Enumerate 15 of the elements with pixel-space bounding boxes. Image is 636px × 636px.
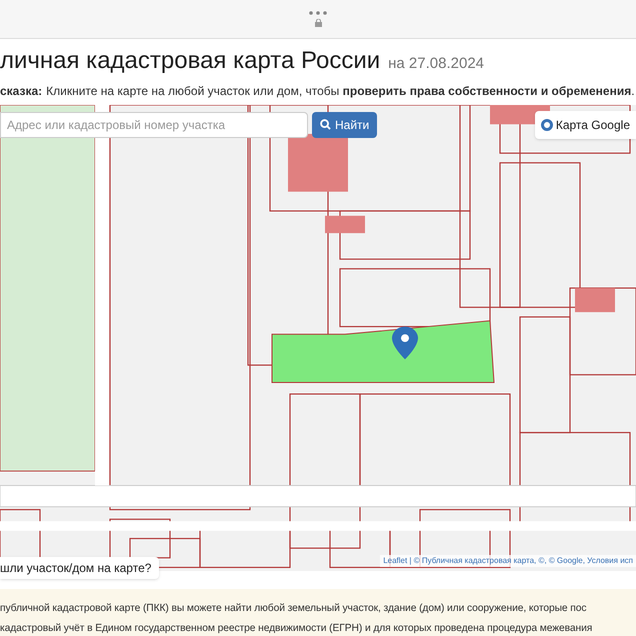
search-field[interactable]: Адрес или кадастровый номер участка [0, 112, 308, 138]
layer-switch[interactable]: Карта Google [534, 110, 636, 139]
map-attribution: Leaflet | © Публичная кадастровая карта, ©, © Google, Условия исп [380, 555, 636, 568]
info-text: публичной кадастровой карте (ПКК) вы можете найти любой земельный участок, здание (дом) или сооружение, которые пос [0, 602, 588, 616]
hint-text: Кликните на карте на любой участок или дом, чтобы проверить права собственности и обременения. [46, 82, 635, 100]
search-button[interactable]: Найти [312, 112, 378, 138]
search-icon [320, 119, 331, 130]
info-text: кадастровый учёт в Едином государственном реестре недвижимости (ЕГРН) и для которых проведена процедура межевания [0, 622, 594, 636]
date-label: на 27.08.2024 [388, 54, 484, 74]
help-button[interactable]: шли участок/дом на карте? [0, 556, 160, 579]
lock-icon [314, 18, 322, 27]
more-dots-icon[interactable] [309, 10, 327, 15]
radio-icon [540, 118, 553, 131]
hint-label: сказка: [0, 82, 42, 100]
page-title: личная кадастровая карта России [0, 46, 380, 76]
